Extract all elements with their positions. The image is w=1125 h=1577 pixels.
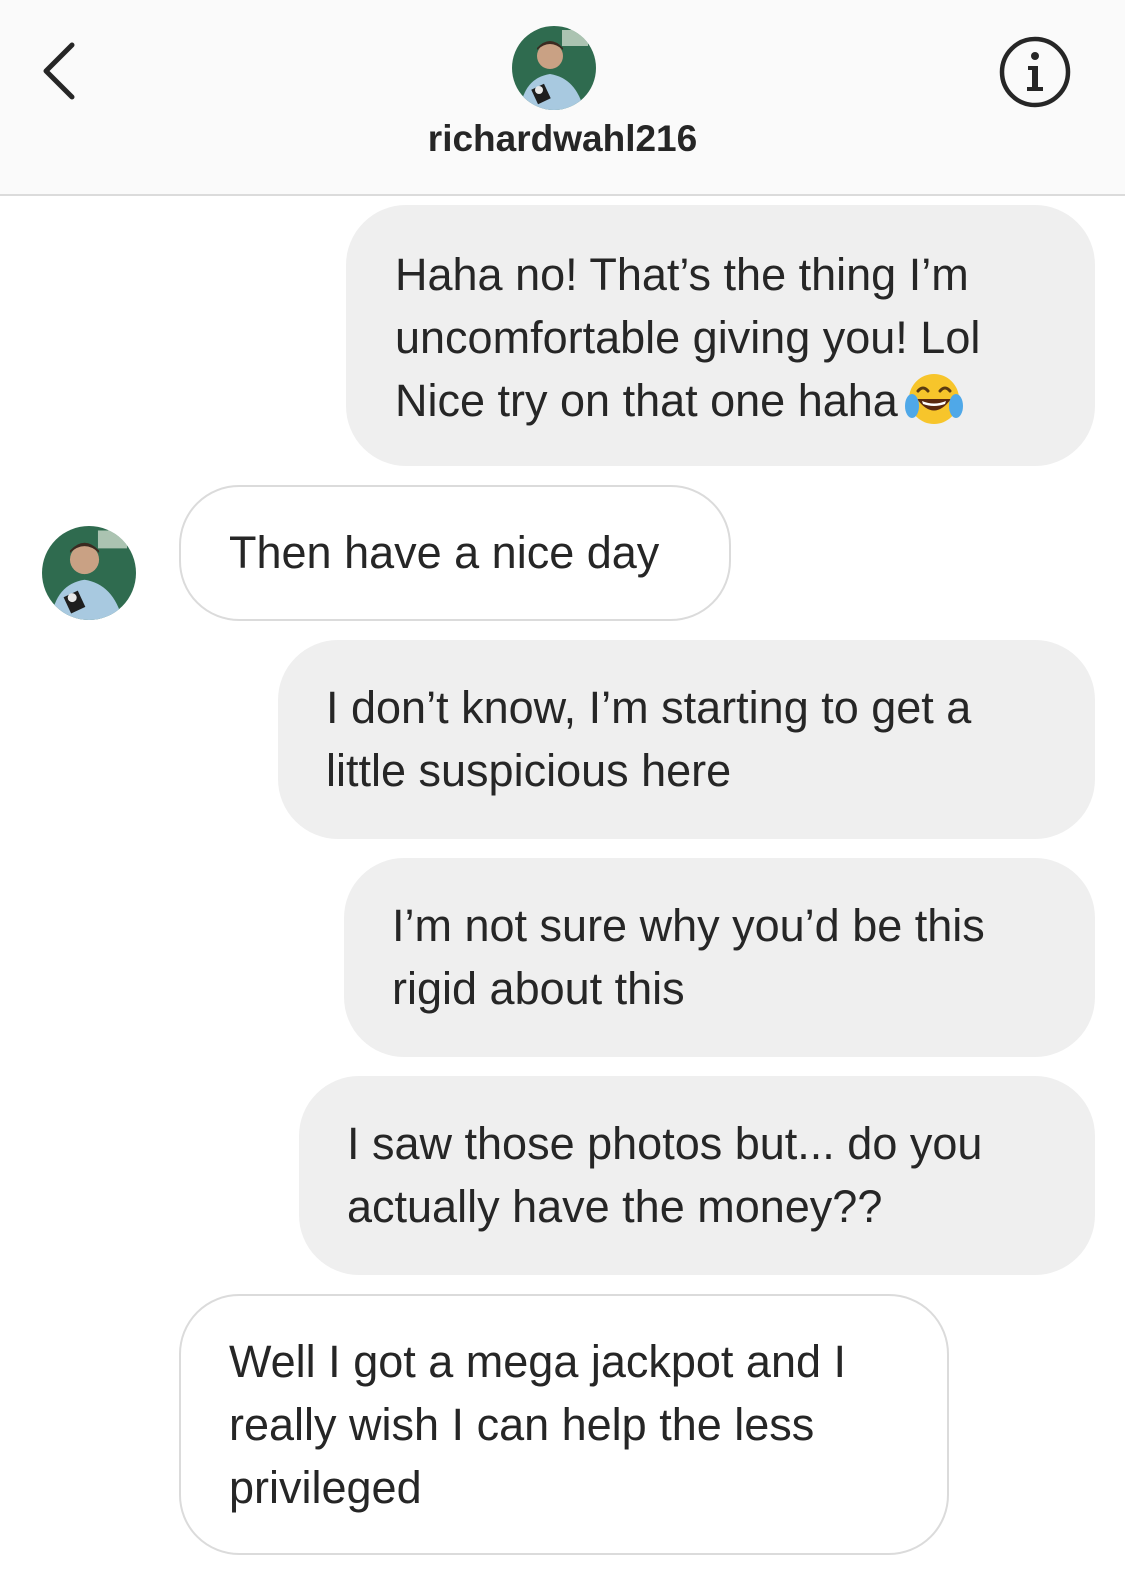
message-text: Nice try on that one haha [395, 375, 898, 426]
message-bubble-received[interactable]: Well I got a mega jackpot and I really w… [179, 1294, 949, 1555]
chevron-left-icon [43, 42, 75, 100]
chat-screen: richardwahl216 Haha no! That’s the thing… [0, 0, 1125, 1577]
info-button[interactable] [998, 35, 1072, 109]
message-line: little suspicious here [326, 745, 732, 796]
message-bubble-sent[interactable]: Haha no! That’s the thing I’m uncomforta… [346, 205, 1095, 466]
message-line: Then have a nice day [229, 527, 660, 578]
info-icon [999, 36, 1071, 108]
message-line-with-emoji: Nice try on that one haha [395, 369, 1055, 432]
message-bubble-sent[interactable]: I saw those photos but... do you actuall… [299, 1076, 1095, 1275]
message-bubble-received[interactable]: Then have a nice day [179, 485, 731, 621]
chat-header: richardwahl216 [0, 0, 1125, 196]
message-bubble-sent[interactable]: I don’t know, I’m starting to get a litt… [278, 640, 1095, 839]
back-button[interactable] [30, 35, 90, 105]
profile-photo [512, 26, 596, 110]
message-line: Well I got a mega jackpot and I [229, 1336, 847, 1387]
message-line: I don’t know, I’m starting to get a [326, 682, 972, 733]
message-line: really wish I can help the less [229, 1399, 815, 1450]
message-bubble-sent[interactable]: I’m not sure why you’d be this rigid abo… [344, 858, 1095, 1057]
message-line: I saw those photos but... do you [347, 1118, 983, 1169]
message-line: uncomfortable giving you! Lol [395, 312, 981, 363]
message-line: I’m not sure why you’d be this [392, 900, 985, 951]
face-with-tears-of-joy-icon [904, 374, 963, 425]
message-line: rigid about this [392, 963, 685, 1014]
header-username[interactable]: richardwahl216 [0, 118, 1125, 160]
profile-photo [42, 526, 136, 620]
message-line: privileged [229, 1462, 422, 1513]
sender-avatar[interactable] [42, 526, 136, 620]
message-line: actually have the money?? [347, 1181, 883, 1232]
message-line: Haha no! That’s the thing I’m [395, 249, 969, 300]
header-avatar[interactable] [512, 26, 596, 110]
